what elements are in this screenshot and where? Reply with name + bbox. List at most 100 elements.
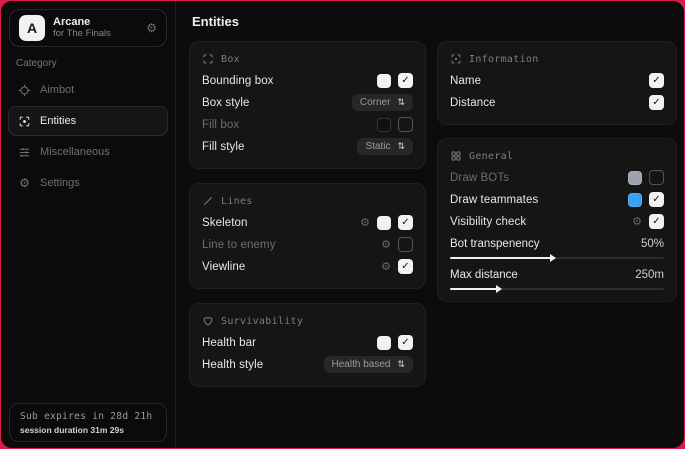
slider-bot-transparency: Bot transpenency 50% xyxy=(450,238,664,259)
box-style-select[interactable]: Corner ⇅ xyxy=(352,94,413,111)
setting-label: Visibility check xyxy=(450,216,632,228)
sidebar-item-label: Aimbot xyxy=(40,84,74,96)
check-icon: ✓ xyxy=(401,338,409,348)
sidebar-item-settings[interactable]: ⚙ Settings xyxy=(8,168,168,198)
sidebar-nav: Aimbot Entities Miscellaneous ⚙ Settings xyxy=(1,75,175,198)
chevrons-up-down-icon: ⇅ xyxy=(397,142,405,152)
gear-icon[interactable]: ⚙ xyxy=(146,22,157,34)
sidebar-item-aimbot[interactable]: Aimbot xyxy=(8,75,168,105)
panel-general-header: General xyxy=(450,150,664,162)
slider-label: Bot transpenency xyxy=(450,238,540,250)
panel-title: General xyxy=(469,151,513,162)
checkbox[interactable]: ✓ xyxy=(649,95,664,110)
checkbox[interactable]: ✓ xyxy=(649,214,664,229)
gear-icon[interactable]: ⚙ xyxy=(632,216,642,227)
check-icon: ✓ xyxy=(401,218,409,228)
slider-value: 250m xyxy=(635,269,664,281)
right-column: Information Name ✓ Distance ✓ xyxy=(437,41,677,302)
check-icon: ✓ xyxy=(401,76,409,86)
color-swatch[interactable] xyxy=(628,171,642,185)
select-value: Static xyxy=(365,141,390,152)
app-logo: A xyxy=(19,15,45,41)
sidebar-item-label: Miscellaneous xyxy=(40,146,110,158)
row-distance: Distance ✓ xyxy=(450,92,664,113)
panel-title: Information xyxy=(469,54,539,65)
setting-label: Name xyxy=(450,75,649,87)
health-style-select[interactable]: Health based ⇅ xyxy=(324,356,413,373)
row-bounding-box: Bounding box ✓ xyxy=(202,70,413,91)
panel-information-header: Information xyxy=(450,53,664,65)
slider-track[interactable] xyxy=(450,257,664,259)
heart-icon xyxy=(202,315,214,327)
slider-max-distance: Max distance 250m xyxy=(450,269,664,290)
row-fill-box: Fill box ✓ xyxy=(202,114,413,135)
setting-label: Health style xyxy=(202,359,324,371)
setting-label: Skeleton xyxy=(202,217,360,229)
gear-icon[interactable]: ⚙ xyxy=(381,261,391,272)
gear-icon[interactable]: ⚙ xyxy=(381,239,391,250)
checkbox[interactable]: ✓ xyxy=(649,73,664,88)
checkbox[interactable]: ✓ xyxy=(649,170,664,185)
checkbox[interactable]: ✓ xyxy=(398,215,413,230)
check-icon: ✓ xyxy=(652,98,660,108)
checkbox[interactable]: ✓ xyxy=(649,192,664,207)
sliders-icon xyxy=(18,146,31,159)
setting-label: Box style xyxy=(202,97,352,109)
check-icon: ✓ xyxy=(652,217,660,227)
sidebar: A Arcane for The Finals ⚙ Category Aimbo… xyxy=(1,1,176,448)
fill-style-select[interactable]: Static ⇅ xyxy=(357,138,413,155)
slider-track[interactable] xyxy=(450,288,664,290)
row-fill-style: Fill style Static ⇅ xyxy=(202,136,413,157)
color-swatch[interactable] xyxy=(377,216,391,230)
slider-thumb[interactable] xyxy=(550,254,556,262)
sidebar-item-label: Entities xyxy=(40,115,76,127)
checkbox[interactable]: ✓ xyxy=(398,117,413,132)
scan-info-icon xyxy=(450,53,462,65)
setting-label: Draw teammates xyxy=(450,194,628,206)
select-value: Health based xyxy=(332,359,391,370)
scan-eye-icon xyxy=(18,115,31,128)
grid-icon xyxy=(450,150,462,162)
panel-lines: Lines Skeleton ⚙ ✓ Line to enemy ⚙ xyxy=(189,183,426,289)
check-icon: ✓ xyxy=(401,262,409,272)
color-swatch[interactable] xyxy=(628,193,642,207)
session-duration-text: session duration 31m 29s xyxy=(20,425,156,435)
slider-label: Max distance xyxy=(450,269,518,281)
row-draw-bots: Draw BOTs ✓ xyxy=(450,167,664,188)
subscription-status-card: Sub expires in 28d 21h session duration … xyxy=(9,403,167,442)
panel-information: Information Name ✓ Distance ✓ xyxy=(437,41,677,125)
row-health-style: Health style Health based ⇅ xyxy=(202,354,413,375)
checkbox[interactable]: ✓ xyxy=(398,73,413,88)
slider-value: 50% xyxy=(641,238,664,250)
select-value: Corner xyxy=(360,97,391,108)
sidebar-item-miscellaneous[interactable]: Miscellaneous xyxy=(8,137,168,167)
setting-label: Fill box xyxy=(202,119,377,131)
sub-expiry-text: Sub expires in 28d 21h xyxy=(20,411,156,422)
setting-label: Fill style xyxy=(202,141,357,153)
sidebar-item-entities[interactable]: Entities xyxy=(8,106,168,136)
chevrons-up-down-icon: ⇅ xyxy=(397,360,405,370)
chevrons-up-down-icon: ⇅ xyxy=(397,98,405,108)
row-name: Name ✓ xyxy=(450,70,664,91)
setting-label: Health bar xyxy=(202,337,377,349)
logo-card: A Arcane for The Finals ⚙ xyxy=(9,9,167,47)
page-title: Entities xyxy=(192,14,677,29)
gear-icon[interactable]: ⚙ xyxy=(360,217,370,228)
checkbox[interactable]: ✓ xyxy=(398,259,413,274)
checkbox[interactable]: ✓ xyxy=(398,335,413,350)
panel-survivability-header: Survivability xyxy=(202,315,413,327)
category-label: Category xyxy=(16,58,160,69)
row-box-style: Box style Corner ⇅ xyxy=(202,92,413,113)
color-swatch[interactable] xyxy=(377,118,391,132)
setting-label: Viewline xyxy=(202,261,381,273)
gear-icon: ⚙ xyxy=(18,177,31,190)
color-swatch[interactable] xyxy=(377,336,391,350)
panel-general: General Draw BOTs ✓ Draw teammates xyxy=(437,138,677,302)
slider-fill xyxy=(450,257,551,259)
slider-thumb[interactable] xyxy=(496,285,502,293)
slider-fill xyxy=(450,288,497,290)
panel-box-header: Box xyxy=(202,53,413,65)
panel-title: Lines xyxy=(221,196,253,207)
checkbox[interactable]: ✓ xyxy=(398,237,413,252)
color-swatch[interactable] xyxy=(377,74,391,88)
